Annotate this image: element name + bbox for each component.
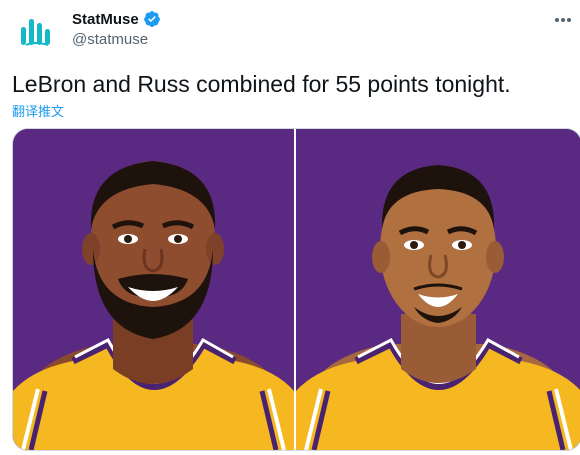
russ-illustration <box>296 129 580 450</box>
lebron-illustration <box>13 129 294 450</box>
translate-link[interactable]: 翻译推文 <box>12 101 64 120</box>
display-name[interactable]: StatMuse <box>72 11 139 28</box>
tweet-header: StatMuse @statmuse <box>0 0 580 60</box>
more-options-icon[interactable] <box>552 10 574 30</box>
tweet-media <box>12 128 580 451</box>
verified-badge-icon <box>143 11 160 27</box>
statmuse-logo-icon <box>21 19 50 46</box>
photo-lebron[interactable] <box>13 129 294 450</box>
tweet-text: LeBron and Russ combined for 55 points t… <box>12 71 511 97</box>
photo-russ[interactable] <box>296 129 580 450</box>
avatar[interactable] <box>12 8 60 56</box>
handle[interactable]: @statmuse <box>72 31 148 48</box>
